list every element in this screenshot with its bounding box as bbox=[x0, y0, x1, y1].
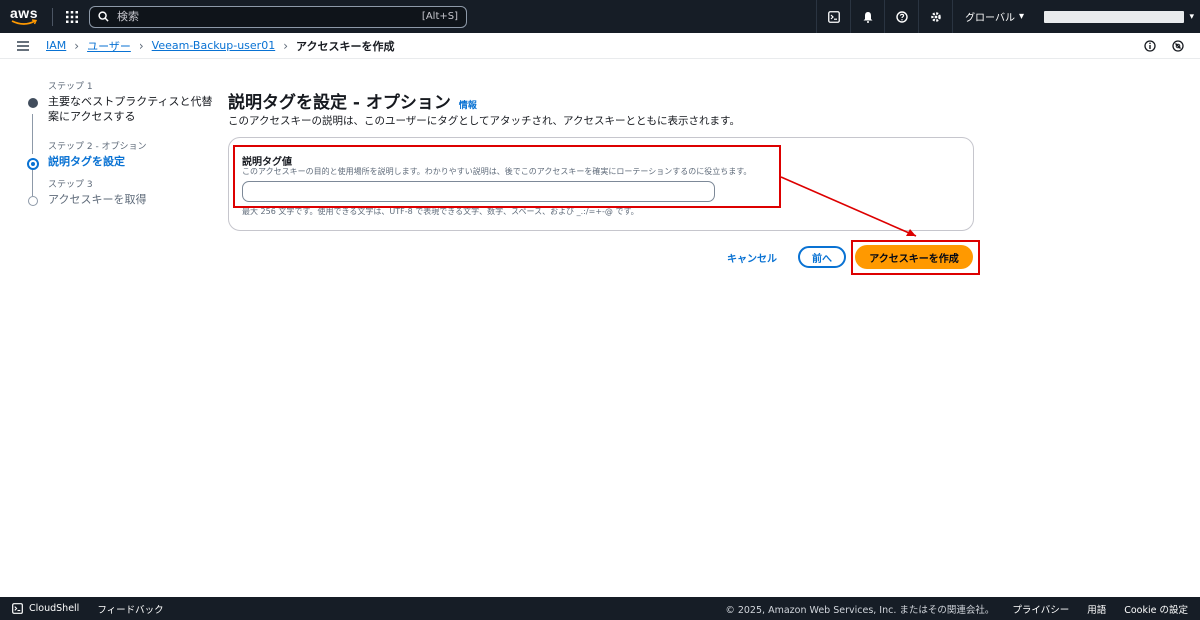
step-complete-icon bbox=[28, 98, 38, 108]
search-input[interactable] bbox=[117, 10, 422, 23]
cancel-button[interactable]: キャンセル bbox=[722, 246, 782, 268]
cloudshell-link[interactable]: CloudShell bbox=[12, 603, 79, 614]
cookie-settings-link[interactable]: Cookie の設定 bbox=[1124, 602, 1188, 616]
chevron-down-icon: ▾ bbox=[1018, 11, 1024, 22]
annotation-highlight-field bbox=[233, 145, 781, 208]
global-search[interactable]: [Alt+S] bbox=[89, 5, 467, 28]
breadcrumb-current: アクセスキーを作成 bbox=[296, 39, 395, 53]
terms-link[interactable]: 用語 bbox=[1087, 602, 1106, 616]
chevron-right-icon: › bbox=[138, 38, 144, 53]
chevron-right-icon: › bbox=[283, 38, 289, 53]
breadcrumb-user[interactable]: Veeam-Backup-user01 bbox=[152, 39, 276, 52]
step-label: アクセスキーを取得 bbox=[48, 193, 147, 206]
aws-logo[interactable]: aws bbox=[0, 0, 48, 33]
top-navigation: aws [Alt+S] bbox=[0, 0, 1200, 33]
help-icon[interactable] bbox=[884, 0, 918, 33]
info-link[interactable]: 情報 bbox=[459, 98, 477, 111]
menu-hamburger-icon[interactable] bbox=[0, 40, 46, 51]
cloudshell-label: CloudShell bbox=[29, 603, 80, 614]
step-pending-icon bbox=[28, 196, 38, 206]
wizard-step-2: ステップ 2 - オプション 説明タグを設定 bbox=[27, 140, 218, 170]
page-description: このアクセスキーの説明は、このユーザーにタグとしてアタッチされ、アクセスキーとと… bbox=[228, 115, 740, 127]
step-label: 説明タグを設定 bbox=[48, 155, 125, 168]
step-number: ステップ 2 - オプション bbox=[48, 142, 147, 152]
breadcrumb-bar: IAM › ユーザー › Veeam-Backup-user01 › アクセスキ… bbox=[0, 33, 1200, 59]
step-number: ステップ 1 bbox=[48, 82, 93, 92]
cloudshell-icon[interactable] bbox=[816, 0, 850, 33]
region-selector[interactable]: グローバル ▾ bbox=[952, 0, 1036, 33]
aws-smile-icon bbox=[11, 19, 37, 25]
page-title-text: 説明タグを設定 - オプション bbox=[228, 93, 451, 113]
step-number: ステップ 3 bbox=[48, 180, 93, 190]
breadcrumb-users[interactable]: ユーザー bbox=[87, 38, 131, 54]
footer: CloudShell フィードバック © 2025, Amazon Web Se… bbox=[0, 597, 1200, 620]
account-menu[interactable]: ▾ bbox=[1044, 10, 1194, 23]
step-label[interactable]: 主要なベストプラクティスと代替案にアクセスする bbox=[48, 94, 218, 124]
copyright: © 2025, Amazon Web Services, Inc. またはその関… bbox=[725, 604, 995, 616]
services-grid-icon[interactable] bbox=[57, 0, 87, 33]
privacy-link[interactable]: プライバシー bbox=[1012, 602, 1069, 616]
page-title: 説明タグを設定 - オプション 情報 bbox=[228, 88, 477, 113]
wizard-step-3: ステップ 3 アクセスキーを取得 bbox=[28, 178, 218, 207]
settings-gear-icon[interactable] bbox=[918, 0, 952, 33]
search-icon bbox=[98, 11, 109, 22]
notifications-bell-icon[interactable] bbox=[850, 0, 884, 33]
search-shortcut: [Alt+S] bbox=[421, 11, 458, 22]
cloudshell-icon bbox=[12, 603, 23, 614]
previous-button[interactable]: 前へ bbox=[798, 246, 846, 268]
annotation-highlight-button bbox=[851, 240, 980, 275]
status-icon[interactable] bbox=[1172, 39, 1184, 52]
chevron-right-icon: › bbox=[74, 38, 80, 53]
breadcrumb-iam[interactable]: IAM bbox=[46, 39, 66, 52]
nav-divider bbox=[52, 7, 53, 26]
aws-logo-text: aws bbox=[10, 5, 38, 21]
account-chevron-down-icon: ▾ bbox=[1189, 11, 1194, 22]
wizard-step-1: ステップ 1 主要なベストプラクティスと代替案にアクセスする bbox=[28, 80, 218, 130]
step-current-icon bbox=[27, 158, 39, 170]
feedback-link[interactable]: フィードバック bbox=[97, 602, 163, 616]
wizard-steps: ステップ 1 主要なベストプラクティスと代替案にアクセスする ステップ 2 - … bbox=[27, 80, 218, 217]
breadcrumb: IAM › ユーザー › Veeam-Backup-user01 › アクセスキ… bbox=[46, 38, 394, 54]
info-panel-icon[interactable] bbox=[1144, 39, 1156, 52]
region-label: グローバル bbox=[965, 13, 1015, 24]
